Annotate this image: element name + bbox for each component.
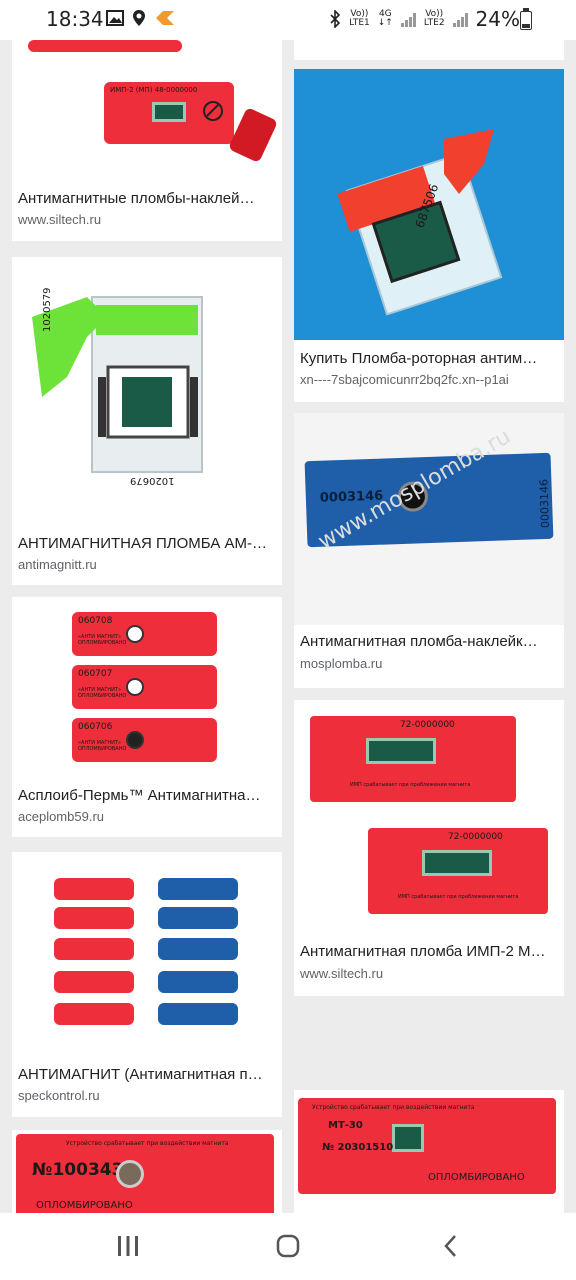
result-image[interactable]: 060708 «АНТИ МАГНИТ» ОПЛОМБИРОВАНО 06070… (12, 597, 282, 777)
result-card[interactable]: 72-0000000 ИМП срабатывает при приближен… (294, 700, 564, 996)
result-title[interactable]: Антимагнитная пломба-наклейк… (300, 633, 558, 650)
location-icon (133, 10, 145, 26)
result-image[interactable]: Устройство срабатывает при воздействии м… (12, 1130, 282, 1213)
result-title[interactable]: Антимагнитные пломбы-наклей… (18, 190, 276, 207)
result-title[interactable]: АНТИМАГНИТ (Антимагнитная п… (18, 1066, 276, 1083)
recents-icon (118, 1236, 138, 1256)
seal-sticker: 72-0000000 ИМП срабатывает при приближен… (368, 828, 548, 914)
result-title[interactable]: Асплоиб-Пермь™ Антимагнитна… (18, 787, 276, 804)
sim2-label: Vo)) LTE2 (423, 9, 445, 28)
result-image[interactable]: 72-0000000 ИМП срабатывает при приближен… (294, 700, 564, 933)
result-card[interactable]: Устройство срабатывает при воздействии м… (12, 1130, 282, 1213)
signal1-icon (400, 11, 416, 27)
system-nav-bar (0, 1213, 576, 1280)
result-card[interactable]: 0003146 0003146 www.mosplomba.ru Антимаг… (294, 413, 564, 688)
result-image[interactable]: 0003146 0003146 www.mosplomba.ru (294, 413, 564, 625)
status-notification-icons (106, 9, 176, 27)
status-bar: 18:34 Vo)) LTE1 4G ↓↑ Vo)) LTE2 24% (0, 0, 576, 40)
app-badge-icon (156, 11, 174, 25)
result-source[interactable]: antimagnitt.ru (18, 557, 276, 572)
result-image[interactable]: 1020579 1020679 (12, 257, 282, 524)
home-button[interactable] (268, 1231, 308, 1261)
seal-sticker: Устройство срабатывает при воздействии м… (16, 1134, 274, 1213)
seal-sticker: 060707 «АНТИ МАГНИТ» ОПЛОМБИРОВАНО (72, 665, 217, 709)
bluetooth-icon (330, 10, 341, 28)
result-image[interactable]: 687506 (294, 69, 564, 340)
recents-button[interactable] (108, 1231, 148, 1261)
sim1-label: Vo)) LTE1 (349, 9, 370, 28)
result-source[interactable]: mosplomba.ru (300, 656, 558, 671)
result-card[interactable] (294, 40, 564, 60)
status-time: 18:34 (46, 7, 104, 31)
image-results-grid: ИМП-2 (МП) 48-0000000 Антимагнитные плом… (0, 40, 576, 1213)
seal-sticker: Устройство срабатывает при воздействии м… (298, 1098, 556, 1194)
result-image[interactable]: ИМП-2 (МП) 48-0000000 (12, 40, 282, 176)
seal-sticker: 72-0000000 ИМП срабатывает при приближен… (310, 716, 516, 802)
result-title[interactable]: АНТИМАГНИТНАЯ ПЛОМБА АМ-… (18, 535, 276, 552)
result-source[interactable]: www.siltech.ru (300, 966, 558, 981)
signal2-icon (452, 11, 468, 27)
data-type-label: 4G ↓↑ (377, 9, 393, 28)
status-right-icons: Vo)) LTE1 4G ↓↑ Vo)) LTE2 24% (329, 7, 534, 31)
result-source[interactable]: xn----7sbajcomicunrr2bq2fc.xn--p1ai (300, 372, 558, 387)
result-card[interactable]: ИМП-2 (МП) 48-0000000 Антимагнитные плом… (12, 40, 282, 241)
seal-sticker: 060708 «АНТИ МАГНИТ» ОПЛОМБИРОВАНО (72, 612, 217, 656)
home-icon (276, 1234, 300, 1258)
result-card[interactable]: АНТИМАГНИТ (Антимагнитная п… speckontrol… (12, 852, 282, 1117)
magnet-symbol-icon (203, 101, 223, 121)
back-button[interactable] (430, 1231, 470, 1261)
result-source[interactable]: www.siltech.ru (18, 212, 276, 227)
battery-icon (520, 8, 532, 30)
result-card[interactable]: 1020579 1020679 АНТИМАГНИТНАЯ ПЛОМБА АМ-… (12, 257, 282, 585)
result-image[interactable] (12, 852, 282, 1052)
result-card[interactable]: 060708 «АНТИ МАГНИТ» ОПЛОМБИРОВАНО 06070… (12, 597, 282, 837)
seal-sticker: ИМП-2 (МП) 48-0000000 (104, 82, 234, 144)
result-source[interactable]: speckontrol.ru (18, 1088, 276, 1103)
result-card[interactable]: 687506 Купить Пломба-роторная антим… xn-… (294, 69, 564, 402)
result-card[interactable]: Устройство срабатывает при воздействии м… (294, 1090, 564, 1213)
result-source[interactable]: aceplomb59.ru (18, 809, 276, 824)
battery-percent: 24% (475, 7, 520, 31)
result-title[interactable]: Купить Пломба-роторная антим… (300, 350, 558, 367)
seal-sticker: 060706 «АНТИ МАГНИТ» ОПЛОМБИРОВАНО (72, 718, 217, 762)
result-title[interactable]: Антимагнитная пломба ИМП-2 М… (300, 943, 558, 960)
result-image[interactable]: Устройство срабатывает при воздействии м… (294, 1090, 564, 1213)
gallery-icon (106, 10, 124, 26)
back-icon (444, 1235, 456, 1257)
